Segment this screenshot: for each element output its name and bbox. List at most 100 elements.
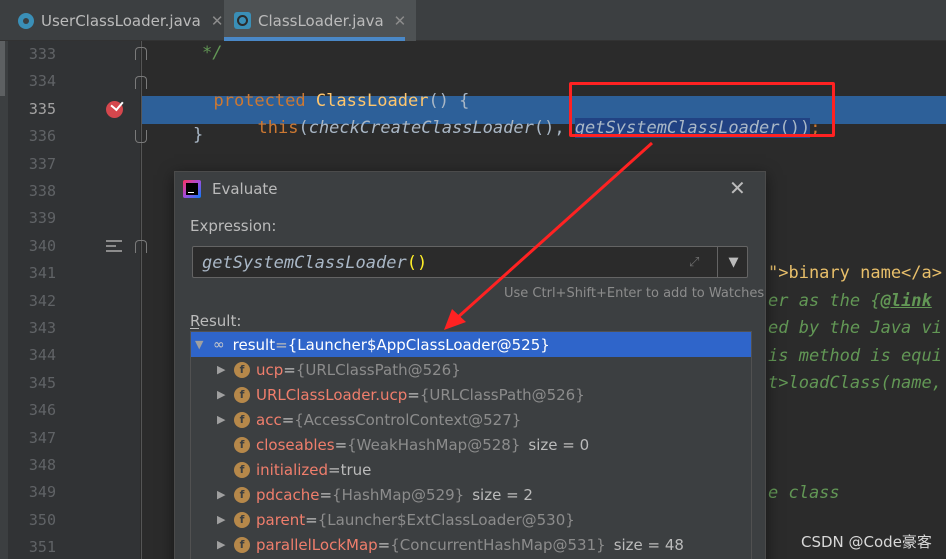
glasses-icon: ∞ [213,336,225,353]
tab-close-icon[interactable]: ✕ [211,12,224,30]
history-dropdown-button[interactable]: ▼ [717,246,749,278]
field-name: parallelLockMap [256,535,378,554]
expand-arrow-icon[interactable]: ▶ [217,413,229,426]
line-number: 341 [28,264,56,283]
doc-fragment: er as the {@link [768,291,932,311]
breakpoint-icon[interactable] [106,101,123,118]
equals: = [328,460,341,479]
line-number: 351 [28,538,56,557]
tab-close-icon[interactable]: ✕ [394,12,407,30]
field-value: {ConcurrentHashMap@531} [390,535,606,554]
method-call: checkCreateClassLoader [308,118,534,138]
expand-arrow-icon[interactable]: ▶ [217,488,229,501]
java-class-file-icon [234,12,251,29]
line-number: 346 [28,401,56,420]
field-row[interactable]: f initialized = true [191,457,751,482]
watermark: CSDN @Code豪客 [801,533,932,551]
result-label: Result: [190,312,242,330]
line-number: 334 [28,72,56,91]
field-size: size = 0 [528,435,590,454]
tab-label: UserClassLoader.java [41,11,201,30]
field-size: size = 48 [613,535,684,554]
fold-marker-icon[interactable] [135,76,147,89]
doc-fragment: t>loadClass(name, [768,373,942,393]
editor-tab-bar: UserClassLoader.java ✕ ClassLoader.java … [0,0,946,41]
field-name: closeables [256,435,335,454]
doc-fragment: is method is equi [768,346,942,366]
field-row[interactable]: f closeables = {WeakHashMap@528} size = 0 [191,432,751,457]
field-icon: f [234,486,250,503]
field-icon: f [234,461,250,478]
field-row[interactable]: ▶ f ucp = {URLClassPath@526} [191,357,751,382]
field-value: {HashMap@529} [332,485,465,504]
field-row[interactable]: ▶ f parallelLockMap = {ConcurrentHashMap@5… [191,532,751,557]
field-value: {URLClassPath@526} [295,360,461,379]
equals: = [275,335,288,354]
expand-editor-icon[interactable]: ⤢ [689,255,703,270]
result-root-row[interactable]: ▼ ∞ result = {Launcher$AppClassLoader@52… [191,332,751,357]
field-row[interactable]: ▶ f URLClassLoader.ucp = {URLClassPath@526… [191,382,751,407]
field-name: initialized [256,460,329,479]
line-number: 337 [28,154,56,173]
active-tab-indicator [224,37,405,41]
field-icon: f [234,536,250,553]
field-row[interactable]: ▶ f acc = {AccessControlContext@527} [191,407,751,432]
expand-arrow-icon[interactable]: ▶ [217,513,229,526]
field-name: pdcache [256,485,320,504]
fold-marker-icon[interactable] [135,240,147,253]
chevron-down-icon: ▼ [728,254,739,270]
field-name: parent [256,510,306,529]
line-number: 339 [28,209,56,228]
line-number: 338 [28,182,56,200]
line-number: 349 [28,483,56,502]
result-tree[interactable]: ▼ ∞ result = {Launcher$AppClassLoader@52… [190,331,752,559]
field-name: acc [256,410,282,429]
expand-arrow-icon[interactable]: ▶ [217,388,229,401]
field-name: ucp [256,360,284,379]
line-number: 350 [28,510,56,529]
line-number-gutter[interactable] [0,41,140,559]
fold-marker-icon[interactable] [135,47,147,60]
code-line-336: } [193,125,204,145]
javadoc-render-icon[interactable] [106,240,122,254]
result-value: {Launcher$AppClassLoader@525} [287,335,550,354]
tab-class-loader[interactable]: ClassLoader.java ✕ [224,0,417,41]
equals: = [407,385,420,404]
field-row[interactable]: ▶ f parent = {Launcher$ExtClassLoader@530} [191,507,751,532]
gutter-scroll-strip [0,41,8,559]
intellij-logo-icon [183,180,201,198]
keyword-this: this [257,118,299,138]
equals: = [319,485,333,504]
doc-fragment: e class [768,483,840,503]
field-icon: f [234,411,250,428]
equals: = [334,435,348,454]
expand-arrow-icon[interactable]: ▶ [217,538,229,551]
line-number: 333 [28,45,56,63]
result-name: result [232,335,276,354]
expand-arrow-icon[interactable]: ▶ [217,363,229,376]
field-row[interactable]: ▶ f pdcache = {HashMap@529} size = 2 [191,482,751,507]
equals: = [377,535,391,554]
field-value: true [340,460,372,479]
line-number: 344 [28,346,56,365]
expand-arrow-icon[interactable]: ▼ [195,338,207,351]
line-number: 348 [28,456,56,474]
field-value: {WeakHashMap@528} [347,435,521,454]
field-icon: f [234,436,250,453]
expression-input[interactable]: getSystemClassLoader() ⤢ ▼ [192,246,748,278]
field-name: URLClassLoader.ucp [256,385,408,404]
equals: = [281,410,295,429]
fold-marker-icon[interactable] [135,130,147,143]
line-number: 343 [28,319,56,337]
dialog-title-bar[interactable]: Evaluate ✕ [175,172,765,206]
doc-fragment: ed by the Java vi [768,318,942,338]
line-number: 342 [28,291,56,310]
watches-hint: Use Ctrl+Shift+Enter to add to Watches [504,286,765,301]
expression-label: Expression: [190,217,277,235]
tab-user-class-loader[interactable]: UserClassLoader.java ✕ [18,0,223,41]
line-number: 335 [28,99,56,118]
field-value: {AccessControlContext@527} [294,410,522,429]
line-number: 340 [28,236,56,255]
expression-text[interactable]: getSystemClassLoader() [202,253,427,273]
close-icon[interactable]: ✕ [729,177,746,199]
